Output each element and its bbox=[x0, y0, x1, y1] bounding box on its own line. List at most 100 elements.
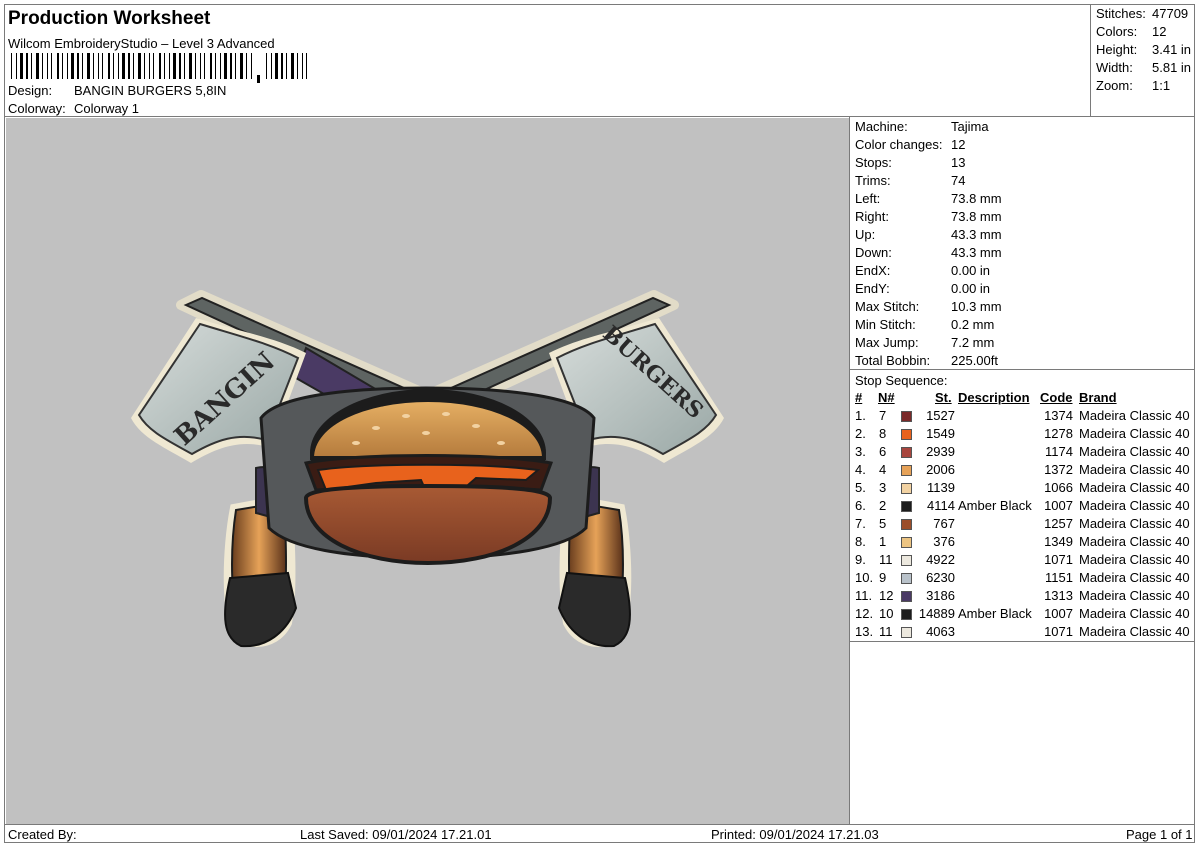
property-value: 10.3 mm bbox=[951, 299, 1002, 314]
stop-row-needle: 5 bbox=[879, 516, 887, 531]
stop-row-stitches: 2939 bbox=[926, 444, 955, 459]
property-row: Max Jump: 7.2 mm bbox=[855, 335, 994, 353]
property-label: Total Bobbin: bbox=[855, 353, 931, 368]
summary-label: Height: bbox=[1096, 42, 1138, 57]
stop-row-code: 1071 bbox=[1044, 552, 1073, 567]
stop-row-brand: Madeira Classic 40 bbox=[1079, 534, 1190, 549]
burger bbox=[303, 389, 554, 566]
property-row: Max Stitch: 10.3 mm bbox=[855, 299, 1002, 317]
stop-row-num: 11. bbox=[855, 588, 873, 603]
stop-row-num: 2. bbox=[855, 426, 866, 441]
property-label: EndX: bbox=[855, 263, 891, 278]
software-name: Wilcom EmbroideryStudio – Level 3 Advanc… bbox=[8, 36, 275, 51]
summary-row: Width: 5.81 in bbox=[1096, 60, 1196, 75]
design-value: BANGIN BURGERS 5,8IN bbox=[74, 83, 227, 98]
col-header-stitches: St. bbox=[935, 390, 952, 405]
property-value: 0.00 in bbox=[951, 281, 991, 296]
stop-row-num: 1. bbox=[855, 408, 866, 423]
property-value: 0.00 in bbox=[951, 263, 991, 278]
property-row: EndY: 0.00 in bbox=[855, 281, 990, 299]
stop-row-brand: Madeira Classic 40 bbox=[1079, 480, 1190, 495]
summary-label: Stitches: bbox=[1096, 6, 1146, 21]
property-row: Down: 43.3 mm bbox=[855, 245, 1002, 263]
property-row: Color changes: 12 bbox=[855, 137, 965, 155]
page-number: Page 1 of 1 bbox=[1126, 827, 1193, 842]
property-value: Tajima bbox=[951, 119, 989, 134]
colorway-row: Colorway: Colorway 1 bbox=[8, 101, 139, 116]
design-preview[interactable]: BANGIN BURGERS bbox=[6, 118, 849, 824]
stop-row-code: 1374 bbox=[1044, 408, 1073, 423]
summary-row: Zoom: 1:1 bbox=[1096, 78, 1196, 93]
summary-label: Colors: bbox=[1096, 24, 1138, 39]
stop-row-stitches: 4063 bbox=[926, 624, 955, 639]
stop-row-code: 1257 bbox=[1044, 516, 1073, 531]
stop-row-num: 3. bbox=[855, 444, 866, 459]
stop-row-needle: 1 bbox=[879, 534, 887, 549]
property-value: 12 bbox=[951, 137, 966, 152]
stop-row-num: 13. bbox=[855, 624, 874, 639]
property-value: 74 bbox=[951, 173, 966, 188]
col-header-description: Description bbox=[958, 390, 1030, 405]
summary-label: Zoom: bbox=[1096, 78, 1133, 93]
property-row: Up: 43.3 mm bbox=[855, 227, 1002, 245]
property-label: Max Stitch: bbox=[855, 299, 920, 314]
property-label: EndY: bbox=[855, 281, 890, 296]
stop-row-stitches: 4114 bbox=[927, 498, 955, 513]
property-value: 43.3 mm bbox=[951, 227, 1002, 242]
stop-row-code: 1278 bbox=[1044, 426, 1073, 441]
stop-row-code: 1313 bbox=[1044, 588, 1073, 603]
stop-row-brand: Madeira Classic 40 bbox=[1079, 588, 1190, 603]
stop-row-stitches: 1549 bbox=[926, 426, 955, 441]
property-label: Machine: bbox=[855, 119, 908, 134]
summary-value: 1:1 bbox=[1152, 78, 1171, 93]
stop-row-code: 1071 bbox=[1044, 624, 1073, 639]
stop-row-needle: 9 bbox=[879, 570, 887, 585]
property-row: Trims: 74 bbox=[855, 173, 965, 191]
stop-row-num: 5. bbox=[855, 480, 866, 495]
col-header-brand: Brand bbox=[1079, 390, 1117, 405]
stop-row-code: 1151 bbox=[1045, 570, 1073, 585]
property-value: 13 bbox=[951, 155, 966, 170]
header-divider bbox=[5, 116, 1194, 117]
stop-row-num: 4. bbox=[855, 462, 866, 477]
stop-row-code: 1007 bbox=[1044, 606, 1073, 621]
stop-row-stitches: 376 bbox=[933, 534, 955, 549]
stop-row-stitches: 1139 bbox=[927, 480, 955, 495]
stop-row-needle: 2 bbox=[879, 498, 887, 513]
colorway-label: Colorway: bbox=[8, 101, 66, 116]
property-label: Color changes: bbox=[855, 137, 943, 152]
stop-row-num: 10. bbox=[855, 570, 874, 585]
stop-row-num: 9. bbox=[855, 552, 866, 567]
stop-row-brand: Madeira Classic 40 bbox=[1079, 426, 1190, 441]
stop-row-code: 1066 bbox=[1044, 480, 1073, 495]
property-label: Min Stitch: bbox=[855, 317, 916, 332]
col-header-num: # bbox=[855, 390, 863, 405]
stop-row-stitches: 6230 bbox=[926, 570, 955, 585]
stop-row-stitches: 4922 bbox=[926, 552, 955, 567]
summary-value: 12 bbox=[1152, 24, 1167, 39]
embroidery-design: BANGIN BURGERS bbox=[131, 290, 724, 648]
stop-row-code: 1007 bbox=[1044, 498, 1073, 513]
preview-divider bbox=[849, 117, 850, 825]
stop-row-stitches: 14889 bbox=[918, 606, 955, 621]
stop-row-brand: Madeira Classic 40 bbox=[1079, 408, 1190, 423]
property-label: Right: bbox=[855, 209, 889, 224]
worksheet-header: Production Worksheet Wilcom EmbroiderySt… bbox=[5, 5, 1089, 116]
stop-row-brand: Madeira Classic 40 bbox=[1079, 498, 1190, 513]
property-row: Stops: 13 bbox=[855, 155, 965, 173]
stop-row-code: 1349 bbox=[1044, 534, 1073, 549]
stop-row-stitches: 1527 bbox=[926, 408, 955, 423]
stop-row-needle: 12 bbox=[879, 588, 894, 603]
page-title: Production Worksheet bbox=[8, 8, 211, 29]
property-value: 73.8 mm bbox=[951, 191, 1002, 206]
property-value: 43.3 mm bbox=[951, 245, 1002, 260]
summary-row: Stitches: 47709 bbox=[1096, 6, 1196, 21]
stop-row-needle: 6 bbox=[879, 444, 887, 459]
stop-row-needle: 10 bbox=[879, 606, 894, 621]
stop-row-needle: 7 bbox=[879, 408, 887, 423]
stop-row-needle: 3 bbox=[879, 480, 887, 495]
property-row: Total Bobbin: 225.00ft bbox=[855, 353, 998, 371]
stop-row-description: Amber Black bbox=[958, 606, 1032, 621]
stop-row-code: 1372 bbox=[1044, 462, 1073, 477]
stop-row-needle: 11 bbox=[879, 552, 893, 567]
